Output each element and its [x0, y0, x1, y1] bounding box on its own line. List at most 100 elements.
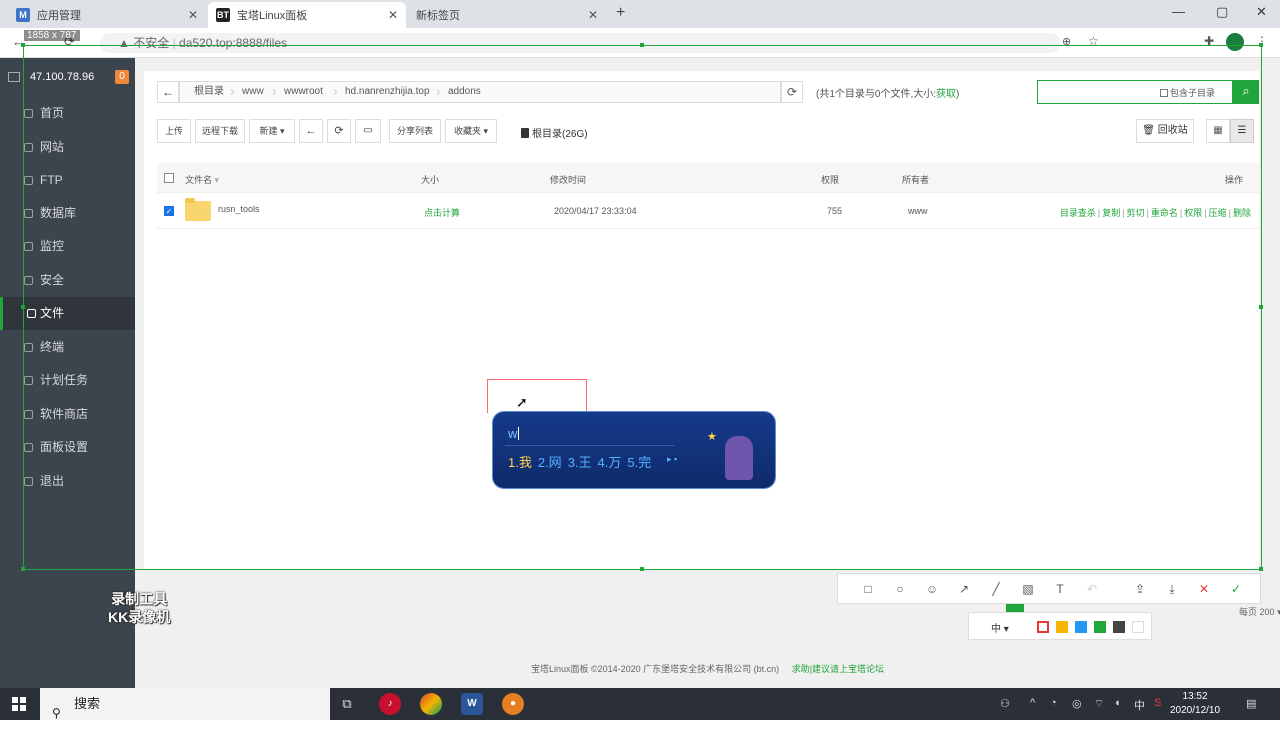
- resize-handle[interactable]: [640, 43, 644, 47]
- row-action-link[interactable]: 权限: [1184, 208, 1202, 218]
- color-swatch-red[interactable]: [1037, 621, 1049, 633]
- row-action-link[interactable]: 剪切: [1127, 208, 1145, 218]
- ellipse-icon[interactable]: ○: [892, 581, 908, 597]
- mosaic-icon[interactable]: ▧: [1020, 581, 1036, 597]
- get-size-link[interactable]: 获取: [936, 89, 956, 100]
- sidebar-item-3[interactable]: 数据库: [0, 197, 135, 230]
- ime-candidate-window[interactable]: w 1.我 2.网 3.王 4.万 5.完 ▸ ▪ ★: [492, 411, 776, 489]
- rectangle-icon[interactable]: □: [860, 581, 876, 597]
- list-view-icon[interactable]: ☰: [1230, 119, 1254, 143]
- resize-handle[interactable]: [640, 567, 644, 571]
- sidebar-item-6[interactable]: 文件: [0, 297, 135, 330]
- message-badge[interactable]: 0: [115, 70, 129, 84]
- disk-root-button[interactable]: 根目录(26G): [521, 125, 588, 140]
- upload-button[interactable]: 上传: [157, 119, 191, 143]
- terminal-icon[interactable]: ▭: [355, 119, 381, 143]
- favorites-dropdown-button[interactable]: 收藏夹 ▾: [445, 119, 497, 143]
- ime-page-arrows-icon[interactable]: ▸ ▪: [667, 454, 677, 465]
- sidebar-item-4[interactable]: 监控: [0, 230, 135, 263]
- save-icon[interactable]: ⤓: [1164, 581, 1180, 597]
- confirm-icon[interactable]: ✓: [1228, 581, 1244, 597]
- url-field[interactable]: ▲ 不安全 | da520.top:8888/files: [100, 33, 1060, 53]
- forum-link[interactable]: 求助|建议请上宝塔论坛: [792, 664, 884, 674]
- row-action-link[interactable]: 复制: [1102, 208, 1120, 218]
- system-clock[interactable]: 13:52 2020/12/10: [1170, 690, 1220, 718]
- maximize-icon[interactable]: ▢: [1216, 4, 1228, 20]
- refresh-icon[interactable]: ⟳: [781, 81, 803, 103]
- include-subdir-checkbox[interactable]: 包含子目录: [1160, 86, 1215, 99]
- new-dropdown-button[interactable]: 新建 ▾: [249, 119, 295, 143]
- sidebar-item-5[interactable]: 安全: [0, 264, 135, 297]
- color-swatch-white[interactable]: [1132, 621, 1144, 633]
- close-tab-icon[interactable]: ✕: [388, 8, 398, 22]
- profile-avatar[interactable]: [1226, 33, 1244, 51]
- row-action-link[interactable]: 删除: [1233, 208, 1251, 218]
- calc-size-link[interactable]: 点击计算: [424, 206, 460, 219]
- col-permission[interactable]: 权限: [821, 173, 839, 186]
- task-view-icon[interactable]: ⧉: [336, 693, 358, 715]
- ime-candidate[interactable]: 1.我: [508, 455, 532, 470]
- browser-tab-new[interactable]: 新标签页 ✕: [408, 2, 606, 28]
- breadcrumb-item[interactable]: 根目录: [194, 82, 224, 102]
- col-owner[interactable]: 所有者: [902, 173, 929, 186]
- browser-tab-app-manage[interactable]: M 应用管理 ✕: [8, 2, 206, 28]
- ime-candidate[interactable]: 2.网: [538, 455, 562, 470]
- share-icon[interactable]: ⇪: [1132, 581, 1148, 597]
- ime-candidate[interactable]: 4.万: [598, 455, 622, 470]
- remote-download-button[interactable]: 远程下载: [195, 119, 245, 143]
- notification-icon[interactable]: ▤: [1246, 697, 1256, 710]
- minimize-icon[interactable]: —: [1172, 4, 1185, 19]
- network-icon[interactable]: ◎: [1072, 697, 1082, 710]
- resize-handle[interactable]: [1259, 43, 1263, 47]
- sidebar-item-10[interactable]: 面板设置: [0, 431, 135, 464]
- resize-handle[interactable]: [1259, 305, 1263, 309]
- word-icon[interactable]: W: [461, 693, 483, 715]
- recycle-bin-button[interactable]: 🗑 回收站: [1136, 119, 1194, 143]
- back-arrow-icon[interactable]: ←: [299, 119, 323, 143]
- back-dir-icon[interactable]: ←: [157, 81, 179, 103]
- arrow-icon[interactable]: ↗: [956, 581, 972, 597]
- resize-handle[interactable]: [21, 305, 25, 309]
- breadcrumb-item[interactable]: wwwroot: [284, 82, 323, 102]
- sidebar-item-8[interactable]: 计划任务: [0, 364, 135, 397]
- per-page-select[interactable]: 每页 200 ▾: [1239, 605, 1280, 618]
- text-annotation-box[interactable]: [487, 379, 587, 413]
- col-name[interactable]: 文件名 ▾: [185, 173, 219, 186]
- sidebar-item-0[interactable]: 首页: [0, 97, 135, 130]
- col-mtime[interactable]: 修改时间: [550, 173, 586, 186]
- netease-music-icon[interactable]: ♪: [379, 693, 401, 715]
- close-window-icon[interactable]: ✕: [1256, 4, 1267, 20]
- color-swatch-gray[interactable]: [1113, 621, 1125, 633]
- sidebar-item-9[interactable]: 软件商店: [0, 398, 135, 431]
- volume-icon[interactable]: ◖: [1114, 697, 1121, 709]
- row-action-link[interactable]: 重命名: [1151, 208, 1178, 218]
- row-action-link[interactable]: 压缩: [1209, 208, 1227, 218]
- browser-tab-bt-panel[interactable]: BT 宝塔Linux面板 ✕: [208, 2, 406, 28]
- pen-icon[interactable]: ╱: [988, 581, 1004, 597]
- file-name[interactable]: rusn_tools: [218, 204, 260, 214]
- undo-icon[interactable]: ↶: [1084, 581, 1100, 597]
- search-icon[interactable]: ⌕: [1233, 80, 1259, 104]
- color-swatch-yellow[interactable]: [1056, 621, 1068, 633]
- sidebar-item-11[interactable]: 退出: [0, 465, 135, 498]
- breadcrumb-item[interactable]: addons: [448, 82, 481, 102]
- recorder-app-icon[interactable]: ●: [502, 693, 524, 715]
- new-tab-button[interactable]: +: [616, 4, 625, 22]
- bookmark-star-icon[interactable]: ☆: [1088, 34, 1099, 48]
- row-action-link[interactable]: 目录查杀: [1060, 208, 1096, 218]
- resize-handle[interactable]: [21, 567, 25, 571]
- resize-handle[interactable]: [1259, 567, 1263, 571]
- sidebar-item-1[interactable]: 网站: [0, 131, 135, 164]
- wifi-icon[interactable]: ⌔: [1094, 697, 1104, 711]
- col-size[interactable]: 大小: [421, 173, 439, 186]
- breadcrumb-item[interactable]: www: [242, 82, 264, 102]
- extensions-icon[interactable]: ✚: [1204, 34, 1214, 48]
- breadcrumb-item[interactable]: hd.nanrenzhijia.top: [345, 82, 430, 102]
- zoom-icon[interactable]: ⊕: [1062, 35, 1071, 48]
- grid-view-icon[interactable]: ▦: [1206, 119, 1230, 143]
- close-tab-icon[interactable]: ✕: [588, 8, 598, 22]
- windows-start-icon[interactable]: [12, 697, 26, 711]
- share-list-button[interactable]: 分享列表: [389, 119, 441, 143]
- cancel-icon[interactable]: ✕: [1196, 581, 1212, 597]
- color-swatch-blue[interactable]: [1075, 621, 1087, 633]
